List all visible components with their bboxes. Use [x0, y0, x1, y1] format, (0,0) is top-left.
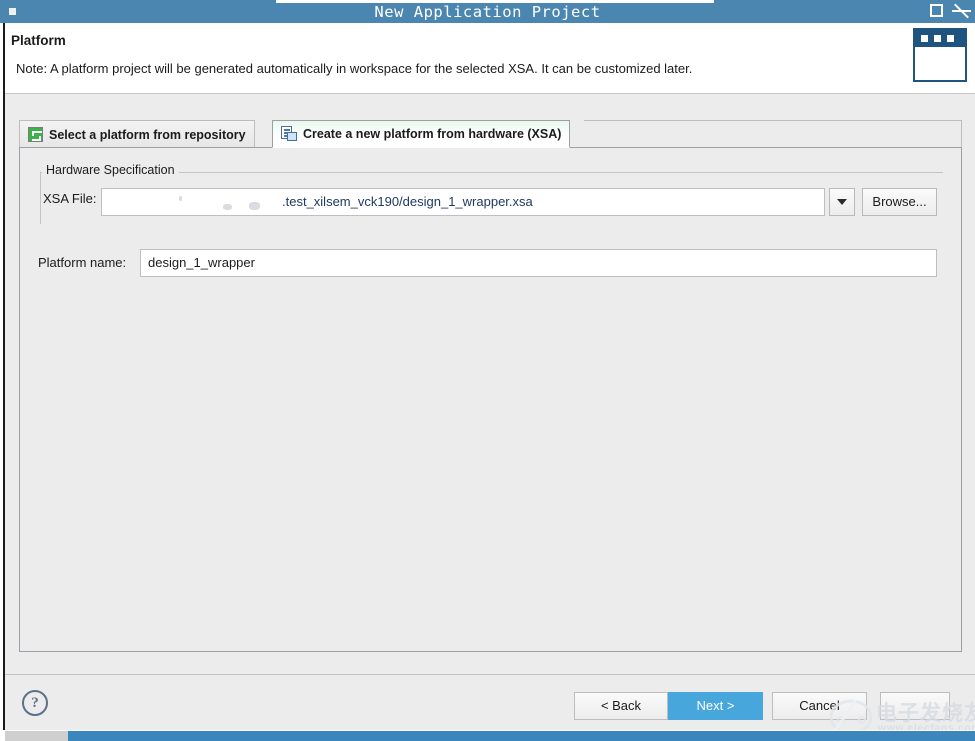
- header-icon-dot: [934, 35, 941, 42]
- cancel-button[interactable]: Cancel: [772, 692, 867, 720]
- new-application-project-dialog: New Application Project Platform Note: A…: [0, 0, 975, 741]
- maximize-icon: [930, 4, 943, 17]
- tab-select-platform-from-repository[interactable]: Select a platform from repository: [19, 120, 255, 148]
- taskbar-segment-blue: [68, 731, 975, 741]
- window-titlebar[interactable]: New Application Project: [0, 0, 975, 23]
- desktop-taskbar-strip: [0, 730, 975, 741]
- header-icon-dot: [947, 35, 954, 42]
- tab-label: Select a platform from repository: [49, 127, 246, 142]
- chevron-down-icon: [837, 199, 847, 205]
- wizard-header: Platform Note: A platform project will b…: [5, 23, 975, 94]
- xsa-file-label: XSA File:: [43, 191, 97, 206]
- close-icon: [954, 3, 969, 19]
- header-icon-dot: [921, 35, 928, 42]
- window-controls: [927, 1, 971, 21]
- redaction-smudge: [249, 202, 260, 210]
- taskbar-segment-grey: [5, 731, 68, 741]
- page-title: Platform: [11, 33, 66, 48]
- xsa-file-value: .test_xilsem_vck190/design_1_wrapper.xsa: [282, 194, 533, 209]
- help-icon[interactable]: ?: [22, 690, 48, 716]
- create-platform-tabpanel: Hardware Specification: [19, 147, 962, 652]
- next-button[interactable]: Next >: [668, 692, 763, 720]
- xsa-file-input[interactable]: .test_xilsem_vck190/design_1_wrapper.xsa: [101, 188, 825, 216]
- page-note: Note: A platform project will be generat…: [16, 61, 693, 76]
- xsa-path-redaction: [103, 190, 275, 215]
- repository-icon: [28, 127, 43, 142]
- maximize-button[interactable]: [927, 1, 947, 21]
- platform-name-label: Platform name:: [38, 255, 127, 270]
- tabstrip: Select a platform from repository Create…: [19, 120, 962, 148]
- window-title: New Application Project: [374, 3, 601, 21]
- finish-button[interactable]: [880, 692, 950, 720]
- tabstrip-filler: [584, 120, 962, 148]
- wizard-body: Select a platform from repository Create…: [5, 95, 975, 673]
- hardware-icon-line: [284, 129, 290, 131]
- platform-name-input[interactable]: design_1_wrapper: [140, 249, 937, 277]
- redaction-smudge: [223, 204, 232, 210]
- tab-create-new-platform-from-hardware[interactable]: Create a new platform from hardware (XSA…: [272, 120, 571, 148]
- new-application-project-icon: [913, 28, 967, 82]
- xsa-file-dropdown-button[interactable]: [829, 188, 855, 216]
- hardware-specification-label: Hardware Specification: [42, 163, 179, 177]
- xsa-file-row: XSA File:: [43, 191, 96, 206]
- tab-label: Create a new platform from hardware (XSA…: [303, 127, 562, 141]
- redaction-smudge: [179, 196, 182, 201]
- browse-button[interactable]: Browse...: [862, 188, 937, 216]
- hardware-xsa-icon: [281, 126, 297, 142]
- hardware-icon-chip: [287, 132, 297, 141]
- back-button[interactable]: < Back: [574, 692, 668, 720]
- close-button[interactable]: [951, 1, 971, 21]
